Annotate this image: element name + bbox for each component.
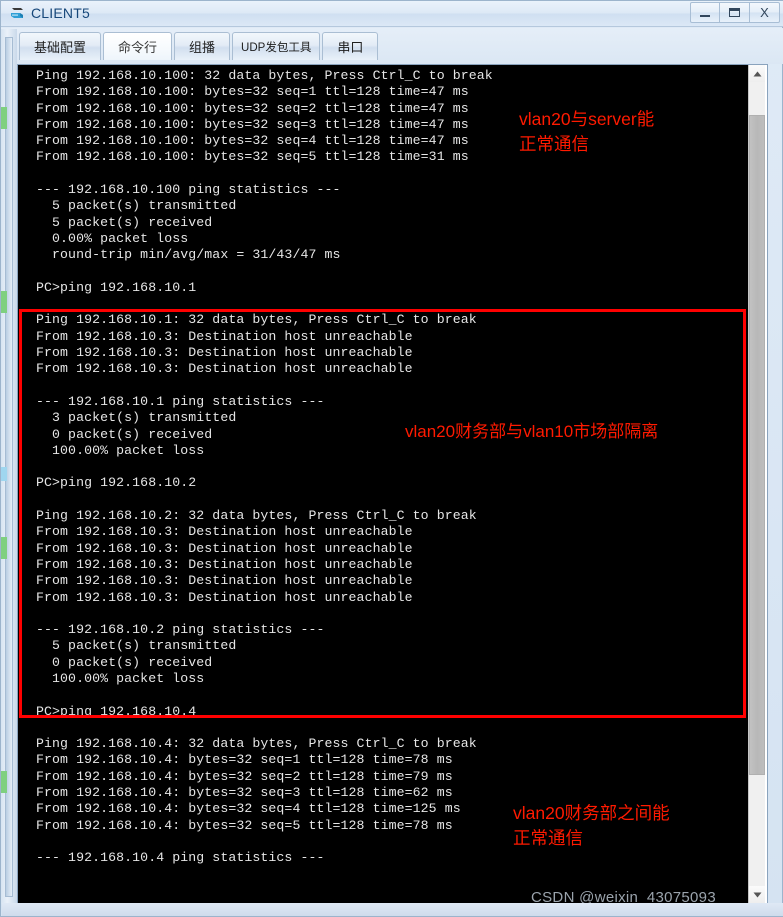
terminal-line: 5 packet(s) transmitted [36,198,237,214]
terminal-line: From 192.168.10.3: Destination host unre… [36,573,413,589]
annotation-vlan20-vlan10-isolated: vlan20财务部与vlan10市场部隔离 [405,422,659,441]
terminal-line: Ping 192.168.10.2: 32 data bytes, Press … [36,508,477,524]
terminal-line: From 192.168.10.3: Destination host unre… [36,328,413,344]
terminal-line: PC>ping 192.168.10.1 [36,279,197,295]
terminal-console[interactable]: Ping 192.168.10.100: 32 data bytes, Pres… [18,65,750,903]
terminal-line: From 192.168.10.3: Destination host unre… [36,524,413,540]
terminal-line: From 192.168.10.100: bytes=32 seq=2 ttl=… [36,100,469,116]
annotation-vlan20-server: vlan20与server能 正常通信 [519,109,655,154]
maximize-icon [729,8,740,17]
terminal-line: 100.00% packet loss [36,442,205,458]
window-frame: CLIENT5 X 基础配置 命令行 组播 UDP发包工具 串口 Ping 192.16… [0,0,783,917]
tab-label: 串口 [337,40,364,55]
terminal-line: From 192.168.10.3: Destination host unre… [36,556,413,572]
terminal-line: From 192.168.10.4: bytes=32 seq=4 ttl=12… [36,801,461,817]
terminal-line: --- 192.168.10.2 ping statistics --- [36,622,325,638]
tab-0[interactable]: 基础配置 [19,32,102,60]
window-bottom-strip [2,903,783,916]
terminal-line: From 192.168.10.100: bytes=32 seq=5 ttl=… [36,149,469,165]
maximize-button[interactable] [720,2,750,23]
scroll-down-icon[interactable] [749,886,765,903]
terminal-line: 5 packet(s) received [36,214,213,230]
terminal-line: From 192.168.10.4: bytes=32 seq=2 ttl=12… [36,768,453,784]
edge-marker-green-4 [1,771,7,793]
terminal-line: From 192.168.10.3: Destination host unre… [36,589,413,605]
tab-strip: 基础配置 命令行 组播 UDP发包工具 串口 [1,28,783,64]
terminal-line: Ping 192.168.10.1: 32 data bytes, Press … [36,312,477,328]
terminal-line: PC>ping 192.168.10.4 [36,703,197,719]
annotation-vlan20-internal: vlan20财务部之间能 正常通信 [513,803,670,848]
terminal-line: From 192.168.10.100: bytes=32 seq=1 ttl=… [36,84,469,100]
terminal-line: 0 packet(s) received [36,654,213,670]
tab-2[interactable]: 组播 [174,32,231,60]
window-controls: X [690,2,780,24]
terminal-line: 100.00% packet loss [36,670,205,686]
terminal-line: 5 packet(s) transmitted [36,638,237,654]
tab-label: UDP发包工具 [241,41,312,54]
terminal-line: From 192.168.10.3: Destination host unre… [36,540,413,556]
terminal-line: round-trip min/avg/max = 31/43/47 ms [36,247,341,263]
terminal-line: From 192.168.10.3: Destination host unre… [36,345,413,361]
tab-1[interactable]: 命令行 [103,32,173,60]
edge-marker-green-1 [1,107,7,129]
scroll-up-icon[interactable] [749,65,765,82]
scrollbar-thumb[interactable] [749,115,765,775]
terminal-line: From 192.168.10.100: bytes=32 seq=4 ttl=… [36,133,469,149]
minimize-button[interactable] [690,2,720,23]
tab-label: 命令行 [118,40,158,55]
tab-label: 基础配置 [34,40,87,55]
terminal-line: From 192.168.10.4: bytes=32 seq=5 ttl=12… [36,817,453,833]
terminal-line: Ping 192.168.10.100: 32 data bytes, Pres… [36,68,493,83]
edge-marker-green-2 [1,291,7,313]
terminal-line: --- 192.168.10.4 ping statistics --- [36,850,325,866]
client-pc-icon [9,5,27,23]
terminal-line: From 192.168.10.100: bytes=32 seq=3 ttl=… [36,116,469,132]
tab-list: 基础配置 命令行 组播 UDP发包工具 串口 [19,32,379,60]
app-root: CLIENT5 X 基础配置 命令行 组播 UDP发包工具 串口 Ping 192.16… [0,0,783,917]
terminal-line: 0.00% packet loss [36,230,189,246]
terminal-line: From 192.168.10.4: bytes=32 seq=3 ttl=12… [36,785,453,801]
terminal-line: --- 192.168.10.1 ping statistics --- [36,393,325,409]
terminal-line: From 192.168.10.4: bytes=32 seq=1 ttl=12… [36,752,453,768]
minimize-icon [700,15,710,17]
tab-3[interactable]: UDP发包工具 [232,32,321,60]
left-window-edge [1,29,17,904]
close-icon: X [760,5,769,20]
terminal-line: PC>ping 192.168.10.2 [36,475,197,491]
edge-marker-green-3 [1,537,7,559]
edge-marker-blue [1,467,7,481]
terminal-output: Ping 192.168.10.100: 32 data bytes, Pres… [36,68,493,867]
window-title: CLIENT5 [31,5,90,21]
terminal-scrollbar[interactable] [748,65,765,903]
close-button[interactable]: X [750,2,780,23]
terminal-line: --- 192.168.10.100 ping statistics --- [36,182,341,198]
terminal-line: Ping 192.168.10.4: 32 data bytes, Press … [36,736,477,752]
title-bar[interactable]: CLIENT5 X [1,1,783,27]
tab-4[interactable]: 串口 [322,32,379,60]
terminal-line: From 192.168.10.3: Destination host unre… [36,361,413,377]
tab-label: 组播 [189,40,216,55]
